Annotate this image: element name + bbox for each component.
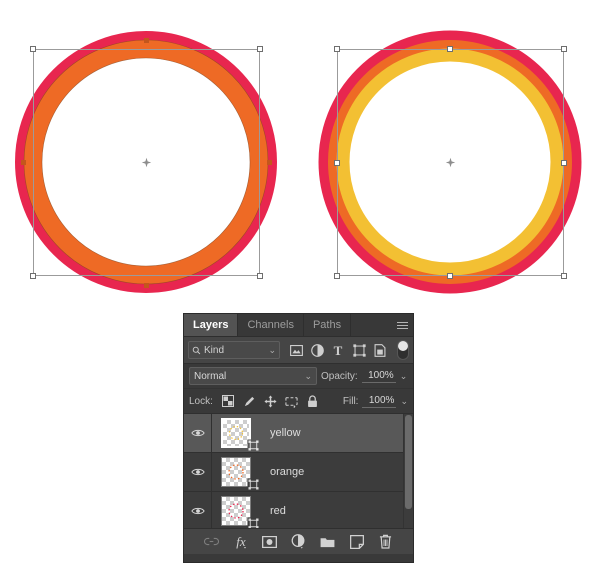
layer-row-yellow[interactable]: yellow [184,414,413,453]
scrollbar-thumb[interactable] [405,415,412,509]
fill-label: Fill: [342,395,359,407]
svg-text:fx: fx [236,534,246,549]
bbox-handle-top-center[interactable] [447,46,453,52]
layer-thumbnail-art-red [228,503,244,519]
filter-toggle-knob [398,341,408,351]
filter-kind-label: Kind [204,344,225,356]
layer-list-scrollbar[interactable] [403,414,413,528]
svg-text:T: T [334,344,343,357]
bbox-handle-bottom-center[interactable] [447,273,453,279]
tab-layers[interactable]: Layers [184,314,239,336]
layer-thumbnail-wrap-yellow[interactable] [221,418,260,452]
layer-visibility-toggle-orange[interactable] [184,453,212,491]
filter-enable-toggle[interactable] [397,340,409,360]
eye-icon [190,468,205,476]
blend-mode-bar: Normal ⌄ Opacity: 100% ⌄ [184,364,413,389]
right-circle-group[interactable] [300,0,600,310]
vector-mask-icon[interactable] [247,517,260,528]
delete-layer-icon[interactable] [378,534,394,550]
vector-mask-icon[interactable] [247,478,260,491]
transform-center-point-icon [141,157,152,168]
bbox-handle-bottom-left[interactable] [30,273,36,279]
tabbar-filler [351,314,391,336]
bbox-handle-top-left[interactable] [334,46,340,52]
layer-filter-bar: Kind ⌄ T [184,337,413,364]
add-layer-mask-icon[interactable] [262,534,278,550]
lock-label: Lock: [189,395,213,407]
panel-tabbar: Layers Channels Paths [184,314,413,337]
bbox-handle-bottom-right[interactable] [561,273,567,279]
bbox-handle-middle-right[interactable] [561,160,567,166]
eye-icon [190,429,205,437]
new-adjustment-layer-icon[interactable] [291,534,307,550]
tab-paths-label: Paths [312,319,342,331]
opacity-label: Opacity: [321,370,358,382]
tab-paths[interactable]: Paths [303,314,352,336]
layer-name-red: red [270,505,286,517]
layer-name-yellow: yellow [270,427,301,439]
layers-panel-bottom-toolbar: fx [184,528,413,554]
layer-thumbnail-wrap-orange[interactable] [221,457,260,491]
layers-panel: Layers Channels Paths Kind ⌄ T Normal ⌄ … [183,313,414,563]
tab-channels[interactable]: Channels [238,314,304,336]
blend-mode-dropdown[interactable]: Normal ⌄ [189,367,317,385]
left-circle-svg [15,31,277,293]
layer-visibility-toggle-yellow[interactable] [184,414,212,452]
fill-value[interactable]: 100% [362,395,397,408]
app-root: Layers Channels Paths Kind ⌄ T Normal ⌄ … [0,0,600,585]
layer-thumbnail-art-yellow [228,425,244,441]
panel-menu-button[interactable] [391,314,413,336]
tab-layers-label: Layers [193,319,229,331]
lock-image-pixels-icon[interactable] [243,395,256,408]
shape-layer-filter-icon[interactable] [352,343,366,357]
smart-object-filter-icon[interactable] [373,343,387,357]
path-anchor-left[interactable] [21,160,26,165]
path-anchor-right[interactable] [267,160,272,165]
fill-chevron-down-icon[interactable]: ⌄ [400,396,408,407]
new-group-icon[interactable] [320,534,336,550]
layer-row-orange[interactable]: orange [184,453,413,492]
path-anchor-top[interactable] [144,38,149,43]
tab-channels-label: Channels [247,319,294,331]
lock-position-icon[interactable] [264,394,277,408]
lock-bar: Lock: Fill: 100% ⌄ [184,389,413,414]
canvas-artboard [0,0,600,310]
layer-list: yellow orange red [184,414,413,528]
link-layers-icon[interactable] [204,534,220,550]
layer-style-fx-icon[interactable]: fx [233,534,249,550]
filter-type-icons: T [289,343,387,357]
blend-mode-value: Normal [194,370,227,382]
layer-thumbnail-wrap-red[interactable] [221,496,260,528]
layer-visibility-toggle-red[interactable] [184,492,212,528]
search-icon [192,346,201,354]
opacity-value[interactable]: 100% [361,370,396,383]
transform-center-point-icon [445,157,456,168]
eye-icon [190,507,205,515]
type-layer-filter-icon[interactable]: T [331,343,345,357]
chevron-down-icon: ⌄ [304,370,312,381]
new-layer-icon[interactable] [349,534,365,550]
left-circle-group[interactable] [0,0,300,310]
bbox-handle-bottom-left[interactable] [334,273,340,279]
layer-thumbnail-art-orange [228,464,244,480]
pixel-layer-filter-icon[interactable] [289,343,303,357]
path-anchor-bottom[interactable] [144,283,149,288]
chevron-down-icon: ⌄ [268,344,276,355]
layer-row-red[interactable]: red [184,492,413,528]
vector-mask-icon[interactable] [247,439,260,452]
adjustment-layer-filter-icon[interactable] [310,343,324,357]
lock-all-icon[interactable] [306,394,319,408]
bbox-handle-bottom-right[interactable] [257,273,263,279]
bbox-handle-top-right[interactable] [561,46,567,52]
opacity-chevron-down-icon[interactable]: ⌄ [400,371,408,382]
bbox-handle-top-right[interactable] [257,46,263,52]
bbox-handle-top-left[interactable] [30,46,36,52]
lock-icons-group [222,394,319,408]
hamburger-menu-icon [396,320,408,331]
lock-artboard-nesting-icon[interactable] [285,395,298,408]
bbox-handle-middle-left[interactable] [334,160,340,166]
layer-name-orange: orange [270,466,305,478]
filter-kind-dropdown[interactable]: Kind ⌄ [188,341,280,359]
lock-transparent-pixels-icon[interactable] [222,395,235,408]
